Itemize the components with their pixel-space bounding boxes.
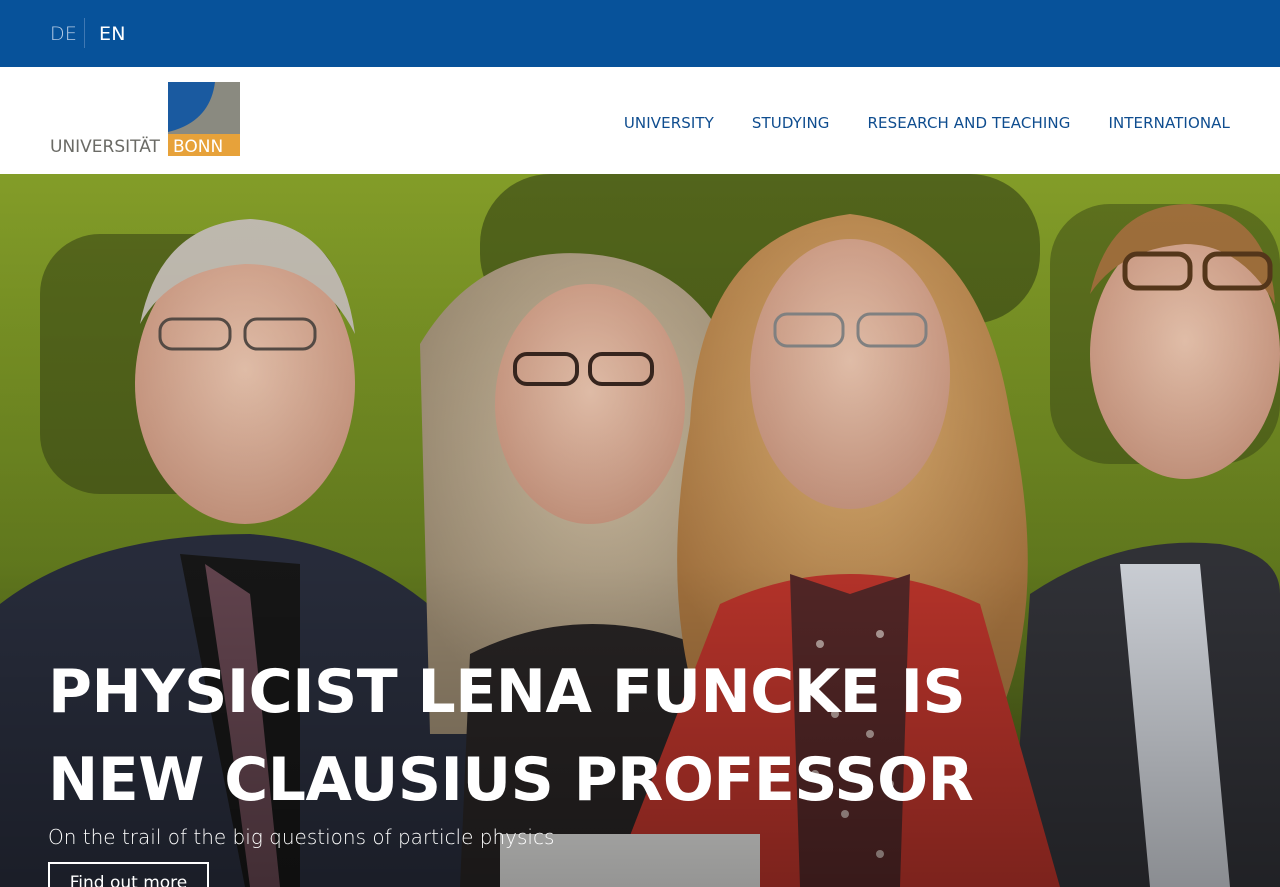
nav-item-studying[interactable]: STUDYING [752,113,830,133]
hero-title[interactable]: PHYSICIST LENA FUNCKE IS NEW CLAUSIUS PR… [48,648,1008,824]
hero-subtitle: On the trail of the big questions of par… [48,825,555,849]
hero-section: PHYSICIST LENA FUNCKE IS NEW CLAUSIUS PR… [0,174,1280,887]
logo-text-university: UNIVERSITÄT [50,136,161,157]
university-logo[interactable]: UNIVERSITÄT BONN [50,82,240,157]
find-out-more-button[interactable]: Find out more [48,862,209,887]
site-header: UNIVERSITÄT BONN UNIVERSITY STUDYING RES… [0,67,1280,174]
language-en-link[interactable]: EN [99,22,126,46]
logo-text-bonn: BONN [173,137,223,157]
nav-item-university[interactable]: UNIVERSITY [624,113,714,133]
nav-item-international[interactable]: INTERNATIONAL [1108,113,1230,133]
nav-item-research-and-teaching[interactable]: RESEARCH AND TEACHING [868,113,1071,133]
language-separator [84,18,85,48]
language-de-link[interactable]: DE [50,22,77,46]
language-bar: DE EN [0,0,1280,67]
main-navigation: UNIVERSITY STUDYING RESEARCH AND TEACHIN… [624,113,1230,133]
